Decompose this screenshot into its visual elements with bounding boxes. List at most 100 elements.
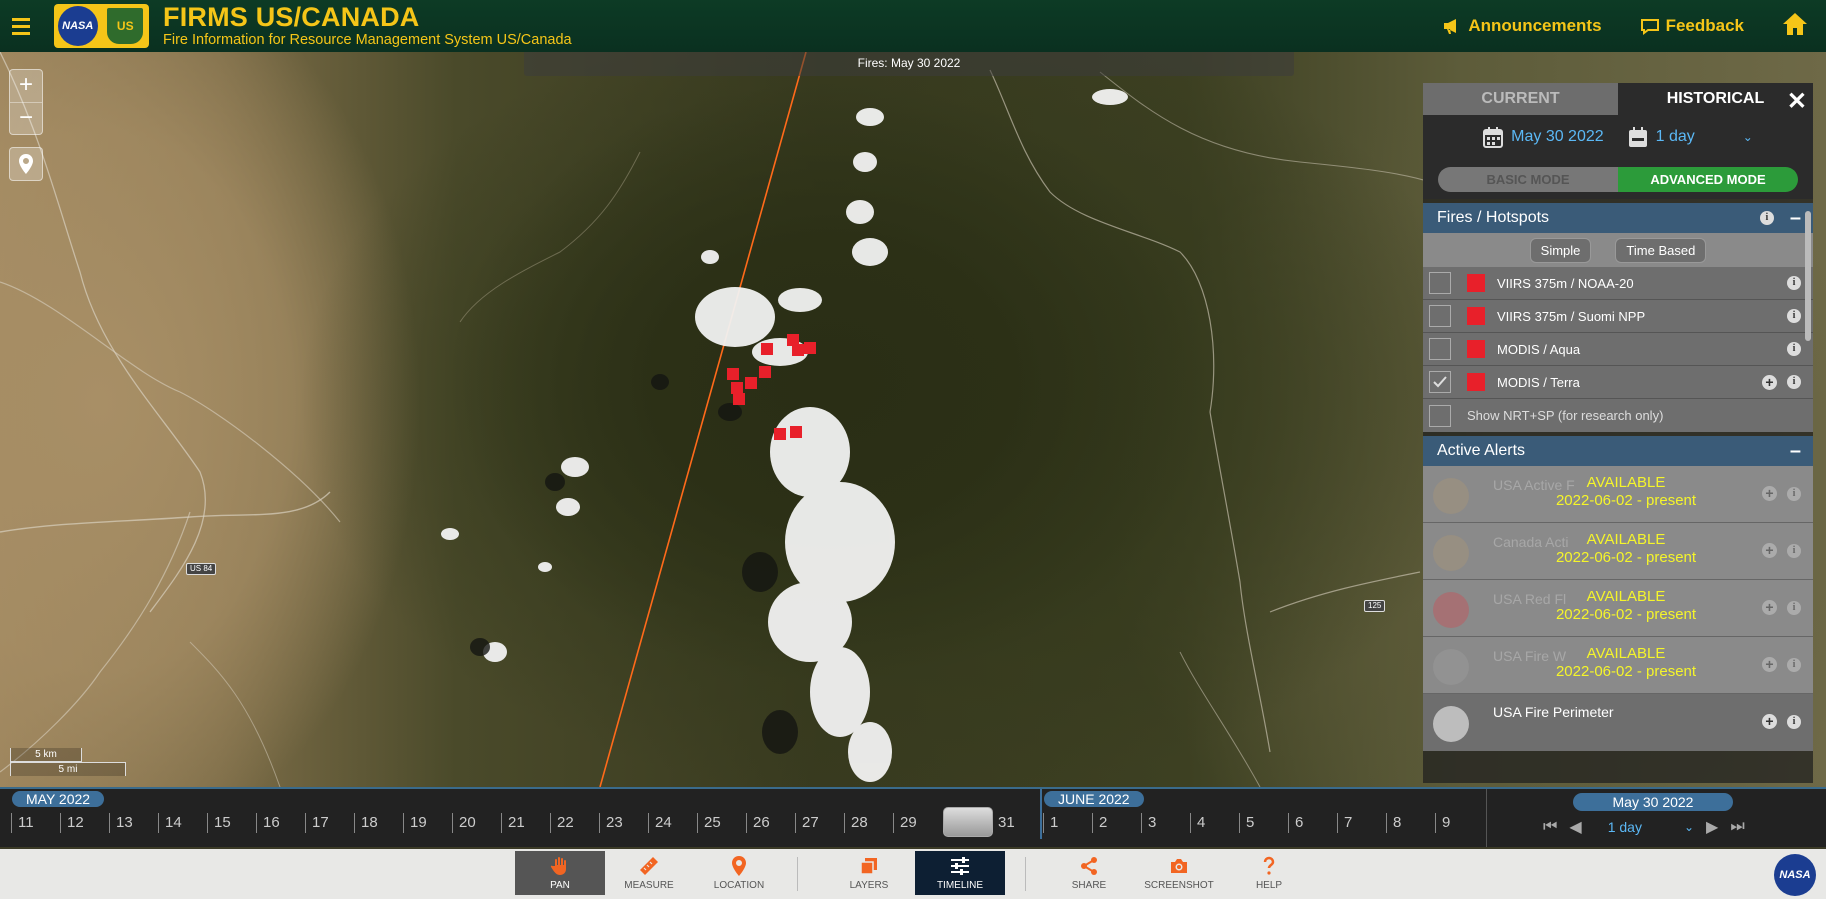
add-icon[interactable]: + bbox=[1762, 374, 1777, 390]
layers-tool[interactable]: LAYERS bbox=[824, 851, 914, 895]
add-icon[interactable]: + bbox=[1762, 543, 1777, 558]
timeline-tool[interactable]: TIMELINE bbox=[915, 851, 1005, 895]
timeline-day[interactable]: 23 bbox=[599, 813, 623, 833]
mode-row: BASIC MODE ADVANCED MODE bbox=[1423, 159, 1813, 199]
timeline-day[interactable]: 29 bbox=[893, 813, 917, 833]
next-icon[interactable]: ▶ bbox=[1706, 817, 1718, 837]
info-icon[interactable]: i bbox=[1787, 543, 1801, 558]
nrt-sp-row[interactable]: Show NRT+SP (for research only) bbox=[1423, 399, 1813, 432]
layer-checkbox-checked[interactable] bbox=[1429, 371, 1451, 393]
timeline-day[interactable]: 12 bbox=[60, 813, 84, 833]
timeline-day[interactable]: 20 bbox=[452, 813, 476, 833]
timeline-day[interactable]: 15 bbox=[207, 813, 231, 833]
share-tool[interactable]: SHARE bbox=[1044, 851, 1134, 895]
timeline-day[interactable]: 24 bbox=[648, 813, 672, 833]
layer-row-modis-terra[interactable]: MODIS / Terra + i bbox=[1423, 366, 1813, 399]
timeline-handle[interactable] bbox=[943, 807, 993, 837]
timeline-day[interactable]: 21 bbox=[501, 813, 525, 833]
info-icon[interactable]: i bbox=[1787, 600, 1801, 615]
timeline-day[interactable]: 17 bbox=[305, 813, 329, 833]
add-icon[interactable]: + bbox=[1762, 600, 1777, 615]
announcements-link[interactable]: Announcements bbox=[1442, 16, 1602, 36]
timeline-day[interactable]: 5 bbox=[1239, 813, 1254, 833]
layer-checkbox[interactable] bbox=[1429, 272, 1451, 294]
bottom-toolbar: PAN MEASURE LOCATION LAYERS TIMELINE SHA… bbox=[0, 849, 1826, 899]
info-icon[interactable]: i bbox=[1787, 375, 1801, 389]
time-based-button[interactable]: Time Based bbox=[1615, 237, 1707, 263]
fire-perimeter-row[interactable]: USA Fire Perimeter + i bbox=[1423, 694, 1813, 751]
timeline-day[interactable]: 28 bbox=[844, 813, 868, 833]
tab-historical[interactable]: HISTORICAL bbox=[1618, 83, 1813, 115]
add-icon[interactable]: + bbox=[1762, 657, 1777, 672]
info-icon[interactable]: i bbox=[1759, 211, 1774, 225]
timeline-day[interactable]: 8 bbox=[1386, 813, 1401, 833]
timeline-day[interactable]: 14 bbox=[158, 813, 182, 833]
range-select[interactable]: 1 day ⌄ bbox=[1628, 126, 1753, 148]
location-tool[interactable]: LOCATION bbox=[694, 851, 784, 895]
add-icon[interactable]: + bbox=[1762, 714, 1777, 729]
zoom-out-button[interactable]: − bbox=[10, 102, 42, 134]
timeline-day[interactable]: 18 bbox=[354, 813, 378, 833]
tab-current[interactable]: CURRENT bbox=[1423, 83, 1618, 115]
collapse-icon[interactable]: – bbox=[1790, 203, 1801, 233]
previous-icon[interactable]: ◀ bbox=[1569, 817, 1581, 837]
basic-mode-button[interactable]: BASIC MODE bbox=[1438, 166, 1618, 192]
info-icon[interactable]: i bbox=[1787, 342, 1801, 356]
layer-row-modis-aqua[interactable]: MODIS / Aqua i bbox=[1423, 333, 1813, 366]
measure-tool[interactable]: MEASURE bbox=[604, 851, 694, 895]
timeline-range-select[interactable]: 1 day bbox=[1608, 819, 1642, 835]
layer-checkbox[interactable] bbox=[1429, 305, 1451, 327]
timeline-day[interactable]: 4 bbox=[1190, 813, 1205, 833]
help-tool[interactable]: HELP bbox=[1224, 851, 1314, 895]
layer-row-viirs-suomi[interactable]: VIIRS 375m / Suomi NPP i bbox=[1423, 300, 1813, 333]
last-icon[interactable]: ⏭ bbox=[1730, 818, 1744, 836]
timeline-day[interactable]: 31 bbox=[991, 813, 1015, 833]
agency-logos[interactable]: NASA US bbox=[54, 4, 149, 48]
timeline-day[interactable]: 16 bbox=[256, 813, 280, 833]
screenshot-tool[interactable]: SCREENSHOT bbox=[1134, 851, 1224, 895]
nrt-sp-checkbox[interactable] bbox=[1429, 404, 1451, 427]
first-icon[interactable]: ⏮ bbox=[1543, 818, 1557, 836]
info-icon[interactable]: i bbox=[1787, 309, 1801, 323]
timeline-day[interactable]: 11 bbox=[11, 813, 34, 833]
info-icon[interactable]: i bbox=[1787, 486, 1801, 501]
panel-scrollbar[interactable] bbox=[1805, 211, 1811, 341]
advanced-mode-button[interactable]: ADVANCED MODE bbox=[1618, 166, 1798, 192]
info-icon[interactable]: i bbox=[1787, 276, 1801, 290]
timeline-day[interactable]: 19 bbox=[403, 813, 427, 833]
timeline-controls: May 30 2022 ⏮ ◀ 1 day ⌄ ▶ ⏭ bbox=[1486, 789, 1826, 847]
alert-row[interactable]: Canada Acti AVAILABLE 2022-06-02 - presen… bbox=[1423, 523, 1813, 580]
locate-button[interactable] bbox=[9, 147, 43, 181]
timeline-day[interactable]: 2 bbox=[1092, 813, 1107, 833]
info-icon[interactable]: i bbox=[1787, 714, 1801, 729]
pan-tool[interactable]: PAN bbox=[515, 851, 605, 895]
timeline-day[interactable]: 25 bbox=[697, 813, 721, 833]
menu-icon[interactable] bbox=[0, 0, 42, 52]
layer-row-viirs-noaa20[interactable]: VIIRS 375m / NOAA-20 i bbox=[1423, 267, 1813, 300]
timeline-day[interactable]: 9 bbox=[1435, 813, 1450, 833]
alert-row[interactable]: USA Red Fl AVAILABLE 2022-06-02 - present… bbox=[1423, 580, 1813, 637]
feedback-link[interactable]: Feedback bbox=[1640, 16, 1744, 36]
simple-button[interactable]: Simple bbox=[1529, 237, 1592, 263]
timeline-day[interactable]: 7 bbox=[1337, 813, 1352, 833]
timeline-day[interactable]: 13 bbox=[109, 813, 133, 833]
collapse-icon[interactable]: – bbox=[1790, 436, 1801, 466]
date-picker[interactable]: May 30 2022 bbox=[1483, 126, 1604, 148]
timeline-day[interactable]: 1 bbox=[1043, 813, 1058, 833]
home-icon[interactable] bbox=[1782, 11, 1808, 42]
fires-hotspots-header[interactable]: Fires / Hotspots i – bbox=[1423, 203, 1813, 233]
info-icon[interactable]: i bbox=[1787, 657, 1801, 672]
close-panel-icon[interactable]: ✕ bbox=[1787, 87, 1807, 116]
nasa-logo-corner[interactable]: NASA bbox=[1774, 854, 1816, 896]
active-alerts-header[interactable]: Active Alerts – bbox=[1423, 436, 1813, 466]
timeline-day[interactable]: 27 bbox=[795, 813, 819, 833]
zoom-in-button[interactable]: + bbox=[10, 70, 42, 102]
alert-row[interactable]: USA Fire W AVAILABLE 2022-06-02 - present… bbox=[1423, 637, 1813, 694]
timeline-day[interactable]: 3 bbox=[1141, 813, 1156, 833]
timeline-day[interactable]: 26 bbox=[746, 813, 770, 833]
timeline-day[interactable]: 6 bbox=[1288, 813, 1303, 833]
layer-checkbox[interactable] bbox=[1429, 338, 1451, 360]
timeline-day[interactable]: 22 bbox=[550, 813, 574, 833]
alert-row[interactable]: USA Active F AVAILABLE 2022-06-02 - prese… bbox=[1423, 466, 1813, 523]
add-icon[interactable]: + bbox=[1762, 486, 1777, 501]
